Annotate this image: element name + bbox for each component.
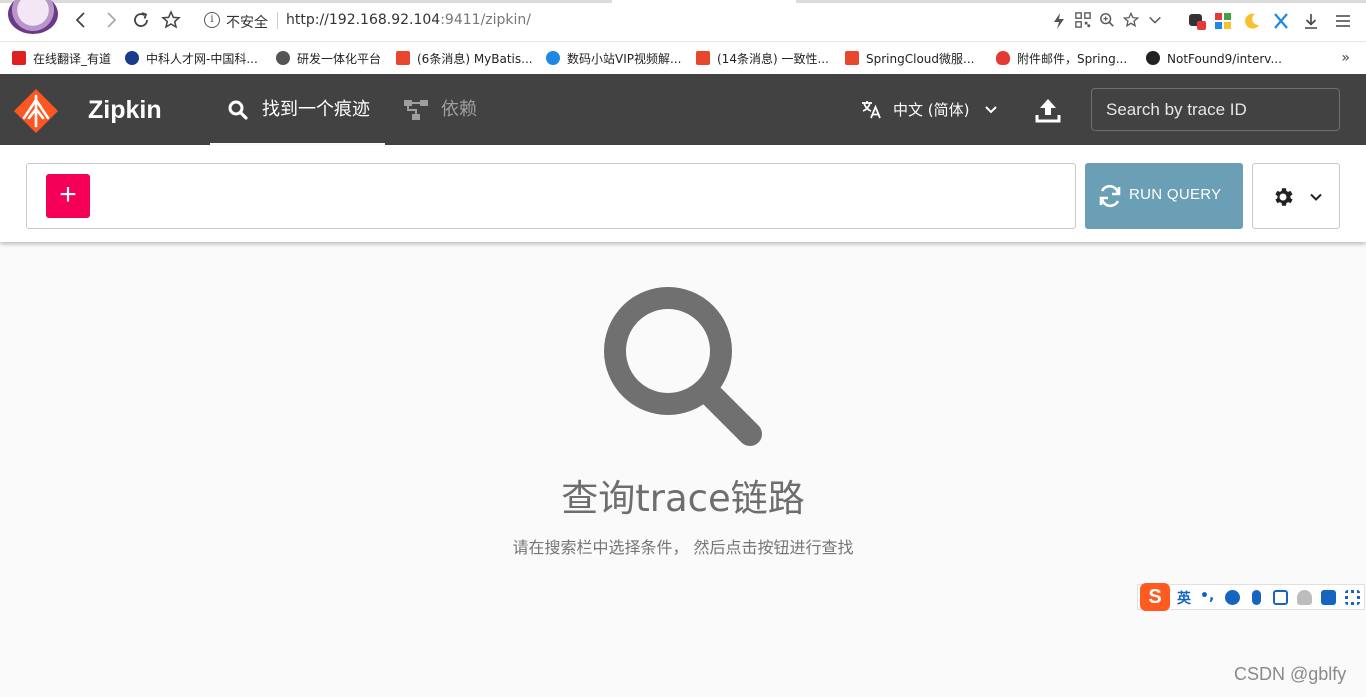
address-bar[interactable]: i 不安全 http://192.168.92.104:9411/zipkin/ [198, 9, 1198, 33]
upload-icon[interactable] [1034, 96, 1062, 124]
bookmark-label: NotFound9/interv... [1167, 52, 1282, 66]
extension-badge-icon[interactable] [1188, 12, 1206, 30]
microphone-icon[interactable] [1252, 590, 1261, 605]
bookmark-favicon-icon [276, 51, 290, 65]
emoji-icon[interactable] [1225, 590, 1240, 605]
insecure-label: 不安全 [226, 15, 268, 31]
empty-state-title: 查询trace链路 [561, 477, 805, 520]
bookmark-favicon-icon [996, 51, 1010, 65]
bookmark-label: 数码小站VIP视频解... [567, 52, 682, 66]
url-path: :9411/zipkin/ [440, 12, 531, 28]
zoom-icon[interactable] [1098, 12, 1116, 30]
divider [277, 12, 278, 29]
app-header: Zipkin 找到一个痕迹 依赖 中文 (简体) [0, 74, 1366, 145]
bookmark-favicon-icon [396, 51, 410, 65]
bookmark-favicon-icon [125, 51, 139, 65]
toolbox-icon[interactable] [1345, 590, 1360, 605]
search-icon [228, 100, 248, 120]
language-selector[interactable]: 中文 (简体) [860, 98, 997, 122]
bookmark-label: 在线翻译_有道 [33, 52, 112, 66]
settings-dropdown-button[interactable] [1252, 163, 1340, 229]
bookmark-item[interactable]: (6条消息) MyBatis... [396, 50, 533, 68]
tab-find-trace[interactable]: 找到一个痕迹 [210, 74, 385, 145]
keyboard-icon[interactable] [1273, 590, 1288, 605]
run-query-label: RUN QUERY [1129, 186, 1222, 203]
ime-logo[interactable]: S [1140, 583, 1170, 611]
back-icon[interactable] [70, 10, 92, 32]
tab-label: 依赖 [441, 99, 477, 120]
tab-strip [796, 0, 1366, 3]
chevron-down-icon[interactable] [1146, 12, 1164, 30]
skin-icon[interactable] [1321, 590, 1336, 605]
large-search-icon [604, 287, 762, 446]
menu-icon[interactable] [1334, 12, 1352, 30]
bookmarks-bar: 在线翻译_有道 中科人才网-中国科... 研发一体化平台 (6条消息) MyBa… [0, 42, 1366, 74]
bookmark-favicon-icon [12, 51, 26, 65]
url-text[interactable]: http://192.168.92.104:9411/zipkin/ [286, 12, 531, 28]
reload-icon[interactable] [130, 10, 152, 32]
ime-mode-toggle[interactable]: 英 [1177, 588, 1191, 608]
empty-state-subtitle: 请在搜索栏中选择条件， 然后点击按钮进行查找 [512, 538, 854, 557]
bookmark-favicon-icon [696, 51, 710, 65]
qr-code-icon[interactable] [1074, 12, 1092, 30]
bookmarks-overflow-button[interactable]: » [1341, 50, 1350, 66]
bookmark-favicon-icon [845, 51, 859, 65]
download-icon[interactable] [1302, 12, 1320, 30]
dependencies-icon [404, 100, 428, 120]
bookmark-item[interactable]: SpringCloud微服... [845, 50, 974, 68]
query-bar: + RUN QUERY [0, 145, 1366, 242]
brand-title[interactable]: Zipkin [88, 96, 162, 125]
bookmark-label: 中科人才网-中国科... [146, 52, 258, 66]
bookmark-item[interactable]: 在线翻译_有道 [12, 50, 111, 68]
bookmark-item[interactable]: NotFound9/interv... [1146, 50, 1282, 68]
tab-strip [0, 0, 612, 3]
forward-icon[interactable] [100, 10, 122, 32]
info-icon[interactable]: i [204, 12, 220, 28]
bookmark-label: (6条消息) MyBatis... [417, 52, 533, 66]
trace-id-search-input[interactable] [1091, 88, 1340, 131]
bookmark-item[interactable]: 中科人才网-中国科... [125, 50, 258, 68]
tab-label: 找到一个痕迹 [262, 99, 370, 120]
favorite-star-icon[interactable] [1122, 11, 1140, 30]
ime-toolbar[interactable]: S 英 •, [1137, 583, 1365, 611]
user-icon[interactable] [1297, 590, 1312, 605]
bookmark-favicon-icon [546, 51, 560, 65]
bookmark-label: SpringCloud微服... [866, 52, 975, 66]
bookmark-item[interactable]: 数码小站VIP视频解... [546, 50, 681, 68]
query-criteria-input[interactable]: + [26, 163, 1076, 229]
watermark: CSDN @gblfy [1234, 664, 1347, 684]
add-criteria-button[interactable]: + [46, 174, 90, 218]
moon-icon[interactable] [1243, 12, 1261, 30]
bookmark-label: 研发一体化平台 [297, 52, 382, 66]
language-label: 中文 (简体) [893, 101, 970, 119]
bookmark-item[interactable]: 研发一体化平台 [276, 50, 381, 68]
browser-toolbar: i 不安全 http://192.168.92.104:9411/zipkin/ [0, 0, 1366, 42]
bookmark-item[interactable]: (14条消息) 一致性... [696, 50, 829, 68]
zipkin-logo-icon[interactable] [12, 87, 60, 135]
bookmark-label: (14条消息) 一致性... [717, 52, 829, 66]
run-query-button[interactable]: RUN QUERY [1085, 163, 1243, 229]
profile-avatar[interactable] [8, 0, 58, 34]
url-host: http://192.168.92.104 [286, 12, 441, 28]
github-icon [1146, 51, 1160, 65]
lightning-icon[interactable] [1050, 12, 1068, 30]
refresh-icon [1099, 184, 1121, 208]
bookmark-star-icon[interactable] [160, 10, 182, 32]
scissors-icon[interactable] [1272, 12, 1290, 30]
gear-icon [1275, 188, 1293, 206]
bookmark-item[interactable]: 附件邮件，Spring... [996, 50, 1127, 68]
bookmark-label: 附件邮件，Spring... [1017, 52, 1128, 66]
chevron-down-icon [985, 106, 997, 114]
ime-punctuation-toggle[interactable]: •, [1200, 588, 1214, 604]
translate-icon [862, 101, 881, 119]
apps-grid-icon[interactable] [1214, 12, 1232, 30]
chevron-down-icon [1310, 193, 1322, 201]
